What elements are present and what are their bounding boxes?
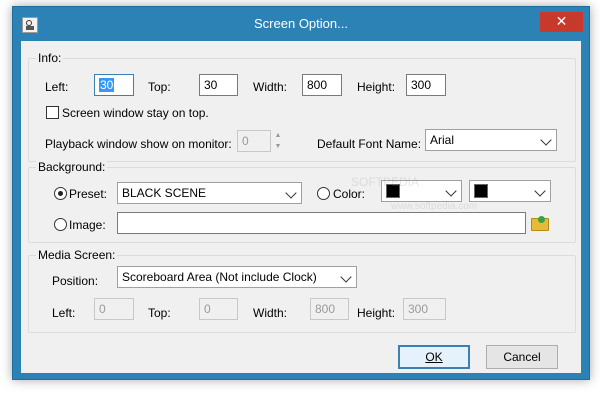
window-title: Screen Option... bbox=[254, 16, 348, 31]
stay-on-top-checkbox[interactable] bbox=[46, 106, 59, 119]
image-radio[interactable] bbox=[54, 218, 67, 231]
position-select[interactable]: Scoreboard Area (Not include Clock) bbox=[117, 266, 357, 288]
width-label: Width: bbox=[253, 80, 288, 94]
dialog-window: Screen Option... ✕ Info: Left: 30 Top: 3… bbox=[12, 6, 590, 380]
media-height-input[interactable]: 300 bbox=[403, 298, 446, 320]
stay-on-top-label: Screen window stay on top. bbox=[62, 106, 209, 120]
spin-down-icon[interactable]: ▼ bbox=[272, 141, 284, 152]
chevron-down-icon bbox=[445, 185, 457, 197]
top-label: Top: bbox=[148, 80, 171, 94]
preset-radio[interactable] bbox=[54, 187, 67, 200]
monitor-spinner[interactable]: ▲ ▼ bbox=[272, 130, 284, 152]
cancel-button[interactable]: Cancel bbox=[486, 345, 558, 369]
media-width-label: Width: bbox=[253, 306, 288, 320]
monitor-input[interactable]: 0 bbox=[237, 130, 271, 152]
position-select-value: Scoreboard Area (Not include Clock) bbox=[122, 270, 317, 284]
chevron-down-icon bbox=[540, 134, 552, 146]
ok-button[interactable]: OK bbox=[398, 345, 470, 369]
chevron-down-icon bbox=[340, 271, 352, 283]
background-legend: Background: bbox=[36, 160, 108, 174]
media-top-label: Top: bbox=[148, 306, 171, 320]
media-height-label: Height: bbox=[357, 306, 396, 320]
spin-up-icon[interactable]: ▲ bbox=[272, 130, 284, 141]
media-left-input[interactable]: 0 bbox=[94, 298, 134, 320]
open-folder-icon[interactable] bbox=[531, 216, 549, 231]
close-button[interactable]: ✕ bbox=[540, 12, 583, 32]
top-input[interactable]: 30 bbox=[199, 74, 238, 96]
chevron-down-icon bbox=[534, 185, 546, 197]
font-select[interactable]: Arial bbox=[425, 129, 557, 151]
title-bar[interactable]: Screen Option... ✕ bbox=[13, 7, 589, 41]
color-swatch bbox=[474, 184, 488, 198]
chevron-down-icon bbox=[285, 187, 297, 199]
preset-select[interactable]: BLACK SCENE bbox=[117, 182, 302, 204]
media-top-input[interactable]: 0 bbox=[199, 298, 238, 320]
height-label: Height: bbox=[357, 80, 396, 94]
left-input-value: 30 bbox=[99, 78, 115, 92]
monitor-label: Playback window show on monitor: bbox=[45, 137, 232, 151]
color-select-2-value: clBlack bbox=[474, 200, 512, 201]
width-input[interactable]: 800 bbox=[302, 74, 342, 96]
position-label: Position: bbox=[52, 274, 99, 288]
cancel-button-label: Cancel bbox=[503, 350, 541, 364]
watermark-text: SOFTPEDIA bbox=[351, 175, 420, 189]
media-legend: Media Screen: bbox=[36, 248, 118, 262]
dialog-client: Info: Left: 30 Top: 30 Width: 800 Height… bbox=[21, 41, 581, 373]
font-select-value: Arial bbox=[430, 133, 455, 147]
preset-label: Preset: bbox=[69, 187, 108, 201]
media-left-label: Left: bbox=[52, 306, 76, 320]
preset-select-value: BLACK SCENE bbox=[122, 186, 207, 200]
color-select-2[interactable]: clBlack bbox=[469, 180, 551, 202]
ok-button-label: OK bbox=[425, 350, 443, 364]
font-label: Default Font Name: bbox=[317, 137, 422, 151]
watermark-url: www.softpedia.com bbox=[391, 201, 478, 212]
image-label: Image: bbox=[69, 218, 106, 232]
info-legend: Info: bbox=[36, 51, 64, 65]
left-input[interactable]: 30 bbox=[94, 74, 134, 96]
media-width-input[interactable]: 800 bbox=[310, 298, 349, 320]
height-input[interactable]: 300 bbox=[406, 74, 446, 96]
left-label: Left: bbox=[45, 80, 69, 94]
image-path-input[interactable] bbox=[117, 212, 526, 234]
color-radio[interactable] bbox=[317, 187, 330, 200]
